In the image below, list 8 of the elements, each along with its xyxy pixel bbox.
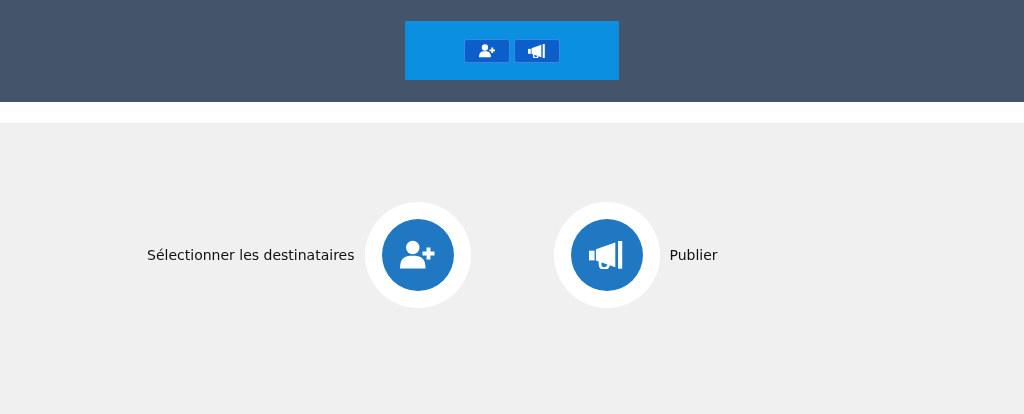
add-user-icon bbox=[478, 43, 496, 58]
megaphone-icon bbox=[588, 241, 625, 269]
megaphone-icon bbox=[527, 43, 547, 58]
add-user-icon bbox=[399, 240, 436, 270]
megaphone-button[interactable] bbox=[514, 38, 560, 63]
step-label: Publier bbox=[669, 247, 718, 263]
add-user-button[interactable] bbox=[464, 38, 510, 63]
step-label: Sélectionner les destinataires bbox=[147, 247, 355, 263]
